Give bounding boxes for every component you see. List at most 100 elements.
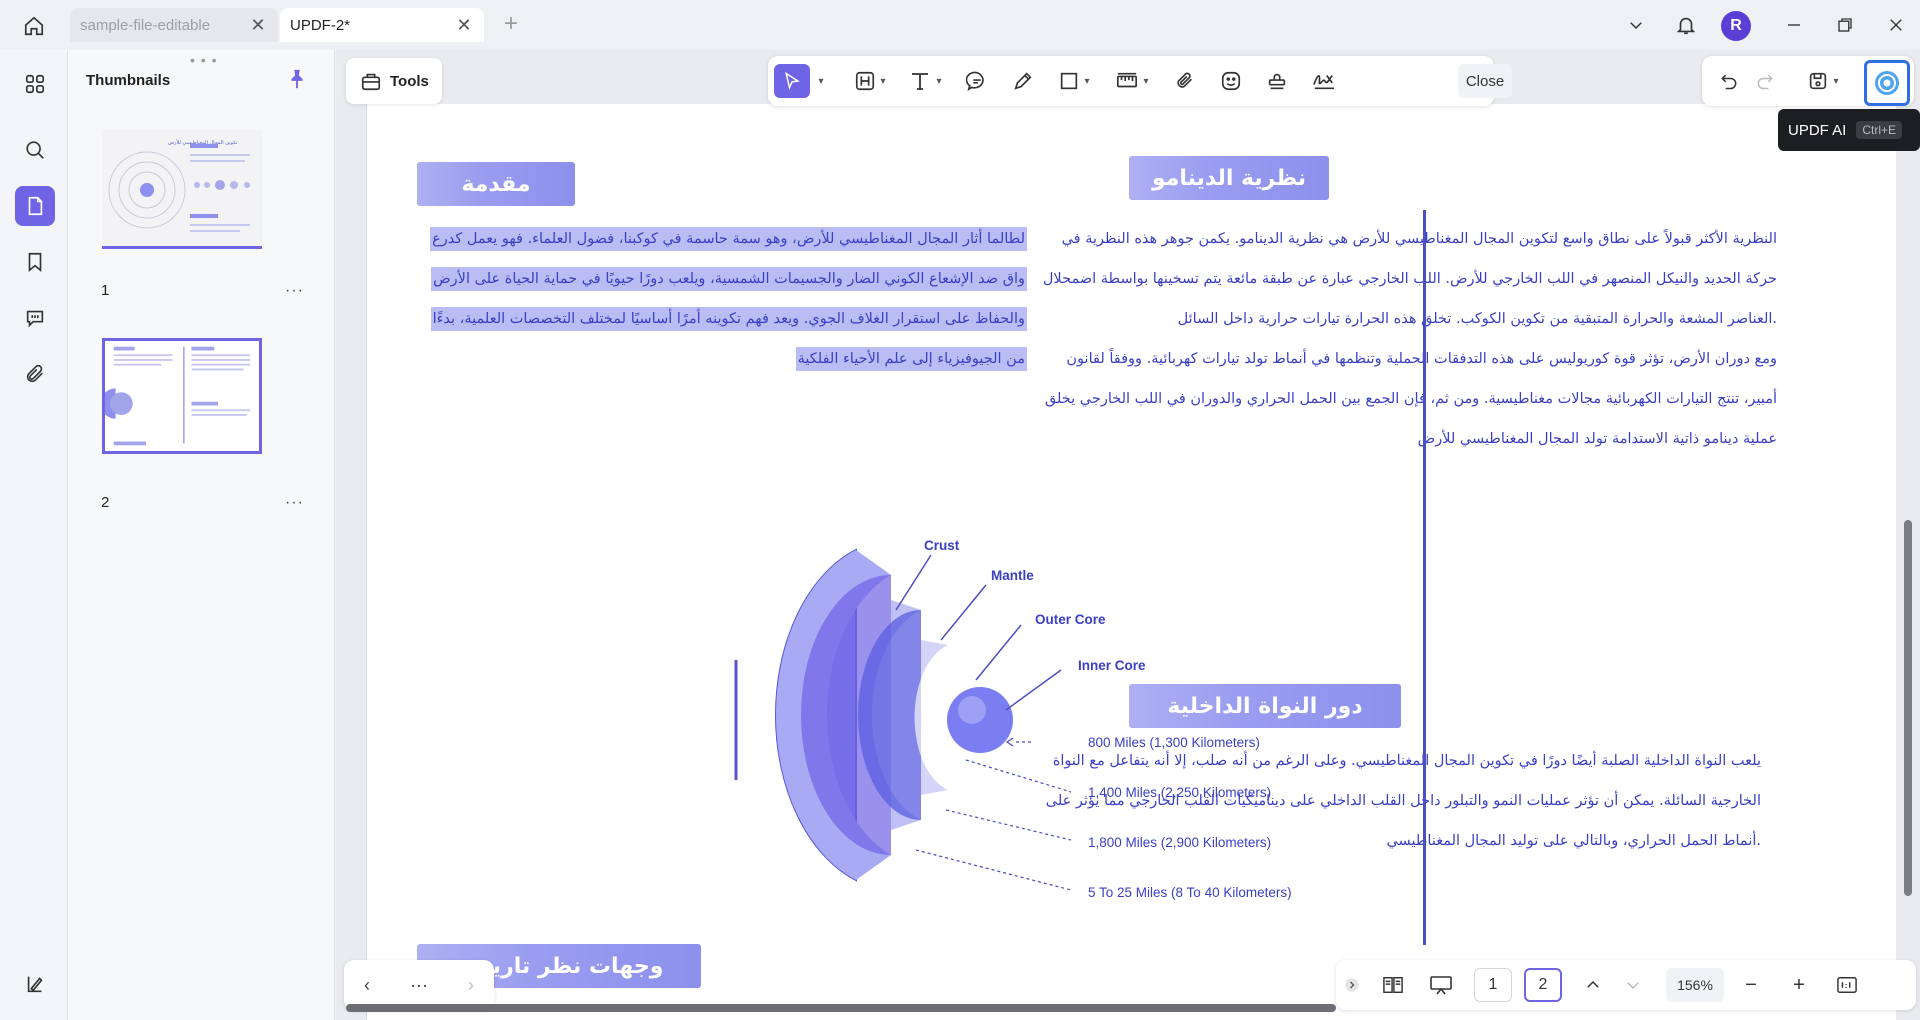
text-tool-button[interactable]: ▾: [900, 64, 950, 98]
select-tool-dropdown[interactable]: ▾: [812, 64, 826, 98]
tab-close-icon[interactable]: ✕: [454, 15, 474, 35]
chevron-down-icon: ▾: [880, 75, 886, 87]
notifications-button[interactable]: [1670, 10, 1702, 40]
previous-page-button[interactable]: ‹: [364, 975, 370, 996]
save-button[interactable]: ▾: [1798, 64, 1848, 98]
intro-paragraph[interactable]: لطالما أثار المجال المغناطيسي للأرض، وهو…: [407, 224, 1027, 384]
text-icon: [912, 73, 929, 90]
window-close-button[interactable]: [1880, 10, 1912, 40]
chevron-down-icon: ▾: [1143, 75, 1149, 87]
previous-page-arrow[interactable]: [1576, 968, 1610, 1002]
presentation-button[interactable]: [1424, 968, 1458, 1002]
comments-button[interactable]: [15, 298, 55, 338]
select-tool-button[interactable]: [774, 64, 810, 98]
text-line: النظرية الأكثر قبولاً على نطاق واسع لتكو…: [1061, 231, 1777, 247]
attachments-button[interactable]: [15, 354, 55, 394]
section-heading-intro[interactable]: مقدمة: [417, 162, 575, 206]
dynamo-paragraph[interactable]: النظرية الأكثر قبولاً على نطاق واسع لتكو…: [1043, 224, 1777, 464]
column-divider: [1423, 210, 1426, 945]
thumbnail-preview: تكوين المجال المغناطيسي للأرض: [102, 130, 262, 246]
sticker-icon: [1221, 71, 1241, 91]
leader-line: [1005, 669, 1062, 711]
new-tab-button[interactable]: +: [498, 12, 524, 38]
pin-button[interactable]: [286, 68, 310, 92]
text-line: .العناصر المشعة والحرارة المتبقية من تكو…: [1177, 311, 1777, 327]
selected-text-line[interactable]: واق ضد الإشعاع الكوني الضار والجسيمات ال…: [431, 267, 1027, 291]
stamp-tool-button[interactable]: [1258, 64, 1296, 98]
chevron-down-icon: ▾: [1833, 75, 1839, 87]
thumbnail-more-button[interactable]: ···: [285, 494, 304, 512]
section-heading-dynamo[interactable]: نظرية الدينامو: [1129, 156, 1329, 200]
zoom-out-button[interactable]: −: [1734, 968, 1768, 1002]
thumbnail-page-1[interactable]: تكوين المجال المغناطيسي للأرض: [102, 130, 262, 246]
close-toolbar-button[interactable]: Close: [1458, 64, 1512, 98]
chevron-right-icon: [1345, 978, 1359, 992]
crust-label: Crust: [924, 538, 960, 553]
sticker-tool-button[interactable]: [1212, 64, 1250, 98]
header-tool-icon: [856, 71, 875, 91]
tab-close-icon[interactable]: ✕: [248, 15, 268, 35]
page-2-button[interactable]: 2: [1524, 968, 1562, 1002]
selected-text-line[interactable]: لطالما أثار المجال المغناطيسي للأرض، وهو…: [430, 227, 1027, 251]
home-button[interactable]: [18, 12, 50, 40]
layers-button[interactable]: [15, 964, 55, 1004]
undo-button[interactable]: [1712, 64, 1746, 98]
pencil-tool-button[interactable]: [1004, 64, 1042, 98]
leader-line: [895, 554, 932, 611]
pages-icon: [28, 196, 43, 216]
inner-core-label: Inner Core: [1078, 658, 1146, 673]
edit-toolbar: ▾ ▾ ▾ ▾ ▾ Close: [768, 56, 1512, 106]
comment-tool-button[interactable]: [958, 64, 996, 98]
updf-ai-button[interactable]: [1864, 60, 1910, 106]
tools-button[interactable]: Tools: [346, 58, 442, 104]
actual-size-button[interactable]: [1830, 968, 1864, 1002]
panel-drag-handle[interactable]: • • •: [190, 52, 217, 68]
vertical-scrollbar[interactable]: [1904, 520, 1912, 896]
horizontal-scrollbar[interactable]: [346, 1004, 1336, 1012]
minimize-icon: [1788, 24, 1800, 26]
bookmarks-button[interactable]: [15, 242, 55, 282]
updf-ai-tooltip: UPDF AI Ctrl+E: [1778, 109, 1920, 151]
apps-button[interactable]: [15, 64, 55, 104]
chevron-down-icon: ▾: [1084, 75, 1090, 87]
attach-tool-button[interactable]: [1166, 64, 1204, 98]
cursor-icon: [785, 71, 800, 91]
tools-label: Tools: [390, 72, 429, 90]
selected-text-line[interactable]: والحفاظ على استقرار الغلاف الجوي. ويعد ف…: [430, 307, 1027, 331]
signature-tool-button[interactable]: [1304, 64, 1344, 98]
book-view-icon: [1383, 977, 1403, 993]
redo-button[interactable]: [1748, 64, 1782, 98]
mantle-label: Mantle: [991, 568, 1034, 583]
zoom-in-button[interactable]: +: [1782, 968, 1816, 1002]
more-options-button[interactable]: ···: [410, 975, 428, 996]
next-page-button[interactable]: ›: [468, 975, 474, 996]
next-page-arrow[interactable]: [1616, 968, 1650, 1002]
tab-updf-2[interactable]: UPDF-2* ✕: [280, 8, 484, 42]
thumbnail-more-button[interactable]: ···: [285, 282, 304, 300]
search-button[interactable]: [15, 130, 55, 170]
page-1-button[interactable]: 1: [1474, 968, 1512, 1002]
page-display-button[interactable]: [1376, 968, 1410, 1002]
chevron-up-icon: [1587, 980, 1599, 988]
tab-sample-file-editable[interactable]: sample-file-editable ✕: [70, 8, 278, 42]
restore-button[interactable]: [1829, 10, 1861, 40]
avatar[interactable]: R: [1721, 11, 1751, 41]
thumbnail-page-2[interactable]: [100, 338, 262, 454]
measure-tool-button[interactable]: ▾: [1106, 64, 1158, 98]
chevron-down-icon: ▾: [936, 75, 942, 87]
thumbnail-underline: [102, 246, 262, 249]
highlight-tool-button[interactable]: ▾: [846, 64, 894, 98]
shape-tool-button[interactable]: ▾: [1050, 64, 1098, 98]
paperclip-icon: [26, 364, 43, 383]
updf-ai-icon: [1875, 71, 1899, 95]
thumbnails-button[interactable]: [15, 186, 55, 226]
presentation-icon: [1430, 976, 1452, 995]
distance-label: 1,400 Miles (2,250 Kilometers): [1088, 785, 1271, 800]
zoom-level[interactable]: 156%: [1666, 968, 1724, 1002]
text-line: أمبير، تنتج التيارات الكهربائية مجالات م…: [1044, 391, 1777, 407]
earth-layers-diagram[interactable]: Crust Mantle Outer Core Inner Core 800 M…: [716, 520, 1356, 920]
tab-list-button[interactable]: [1620, 10, 1652, 40]
selected-text-line[interactable]: من الجيوفيزياء إلى علم الأحياء الفلكية: [795, 347, 1027, 371]
collapse-bar-button[interactable]: [1342, 968, 1362, 1002]
minimize-button[interactable]: [1778, 10, 1810, 40]
